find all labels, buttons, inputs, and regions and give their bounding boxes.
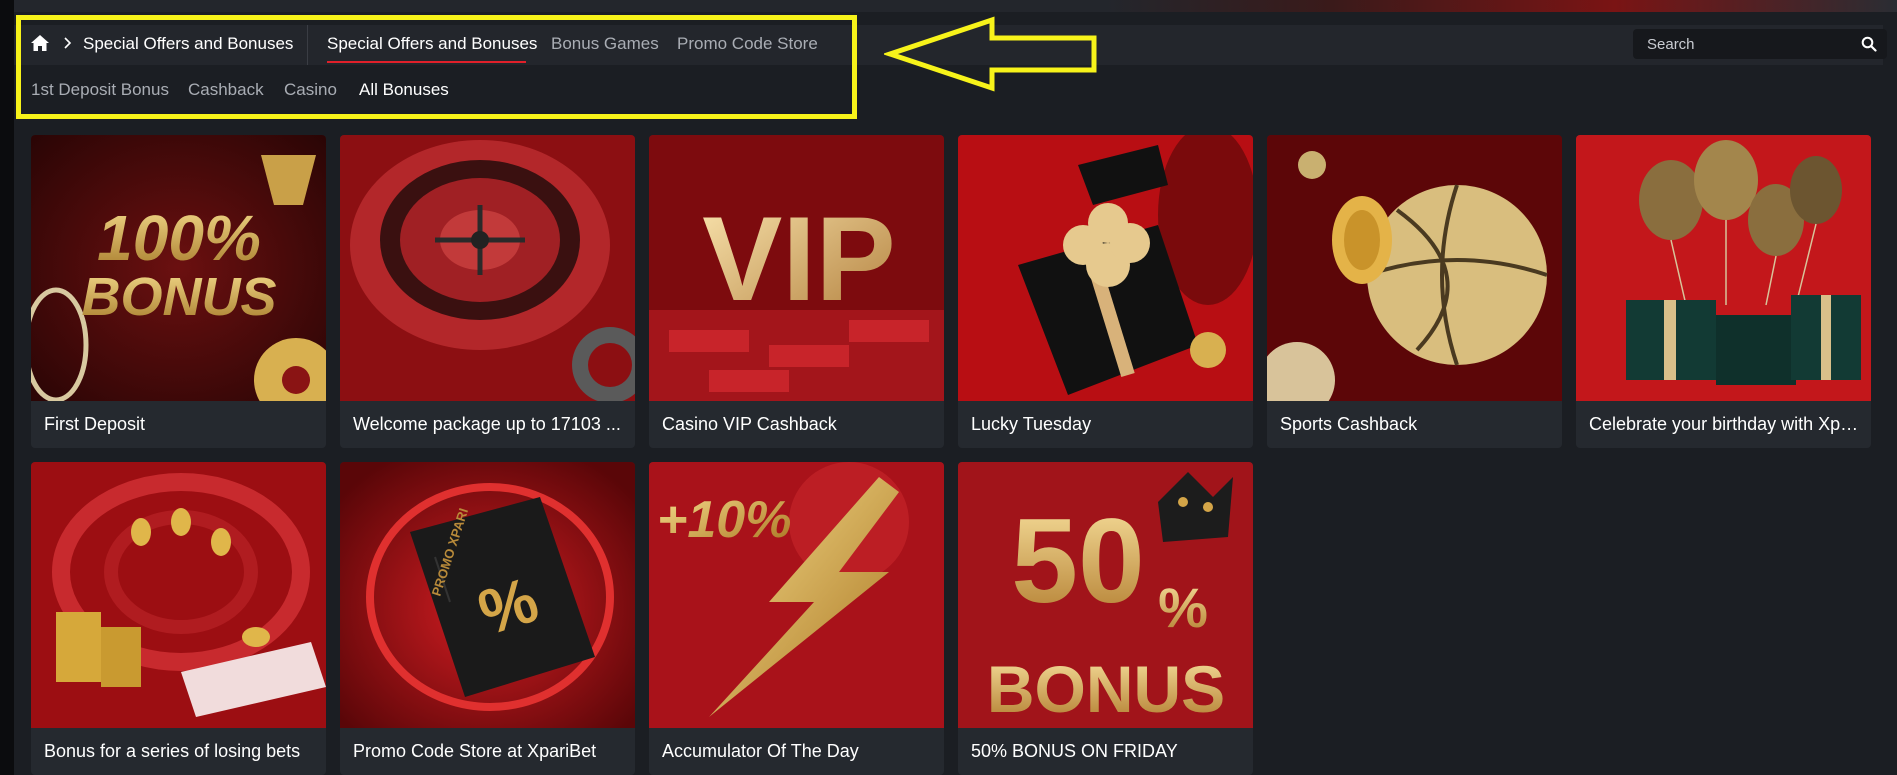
annotation-arrow-icon (884, 16, 1097, 92)
card-title: Promo Code Store at XpariBet (353, 741, 597, 761)
bonus-card-lucky-tuesday[interactable]: Lucky Tuesday (958, 135, 1253, 448)
card-title: Bonus for a series of losing bets (44, 741, 301, 761)
card-title: Celebrate your birthday with Xpar... (1589, 414, 1861, 434)
card-image-coins-phone (31, 462, 326, 728)
image-text: VIP (702, 192, 895, 326)
card-title: First Deposit (44, 414, 146, 434)
image-text: BONUS (81, 267, 276, 327)
card-image-50-bonus: 50 % BONUS (958, 462, 1253, 728)
search-icon[interactable] (1861, 36, 1877, 52)
bonus-card-casino-vip-cashback[interactable]: VIP Casino VIP Cashback (649, 135, 944, 448)
bonus-card-sports-cashback[interactable]: Sports Cashback (1267, 135, 1562, 448)
annotation-highlight-box (16, 15, 857, 119)
search-input[interactable] (1633, 29, 1853, 59)
card-image-lightning: +10% (649, 462, 944, 728)
card-image-vip: VIP (649, 135, 944, 401)
bonus-card-promo-code-store[interactable]: PROMO XPARI % Promo Code Store at XpariB… (340, 462, 635, 775)
bonus-card-accumulator-of-the-day[interactable]: +10% Accumulator Of The Day (649, 462, 944, 775)
card-image-basketball (1267, 135, 1562, 401)
card-title: Welcome package up to 17103 ... (353, 414, 621, 434)
card-image-100-bonus: 100% BONUS (31, 135, 326, 401)
card-title: 50% BONUS ON FRIDAY (971, 741, 1178, 761)
search-box (1633, 29, 1887, 59)
image-text: 100% (97, 202, 261, 274)
card-image-gift-clover (958, 135, 1253, 401)
bonus-card-welcome-package[interactable]: Welcome package up to 17103 ... (340, 135, 635, 448)
top-banner-strip (14, 0, 1897, 12)
bonus-card-birthday[interactable]: Celebrate your birthday with Xpar... (1576, 135, 1871, 448)
card-image-promo-ticket: PROMO XPARI % (340, 462, 635, 728)
window-edge (0, 0, 14, 775)
card-image-roulette (340, 135, 635, 401)
card-title: Lucky Tuesday (971, 414, 1092, 434)
image-text: % (1158, 576, 1208, 639)
card-title: Casino VIP Cashback (662, 414, 837, 434)
image-text: +10% (657, 491, 791, 549)
image-text: BONUS (987, 652, 1225, 726)
card-title: Accumulator Of The Day (662, 741, 859, 761)
card-image-balloons-gifts (1576, 135, 1871, 401)
bonus-card-first-deposit[interactable]: 100% BONUS First Deposit (31, 135, 326, 448)
card-title: Sports Cashback (1280, 414, 1418, 434)
bonus-card-losing-bets[interactable]: Bonus for a series of losing bets (31, 462, 326, 775)
bonus-card-50-bonus-friday[interactable]: 50 % BONUS 50% BONUS ON FRIDAY (958, 462, 1253, 775)
image-text: 50 (1011, 494, 1144, 628)
